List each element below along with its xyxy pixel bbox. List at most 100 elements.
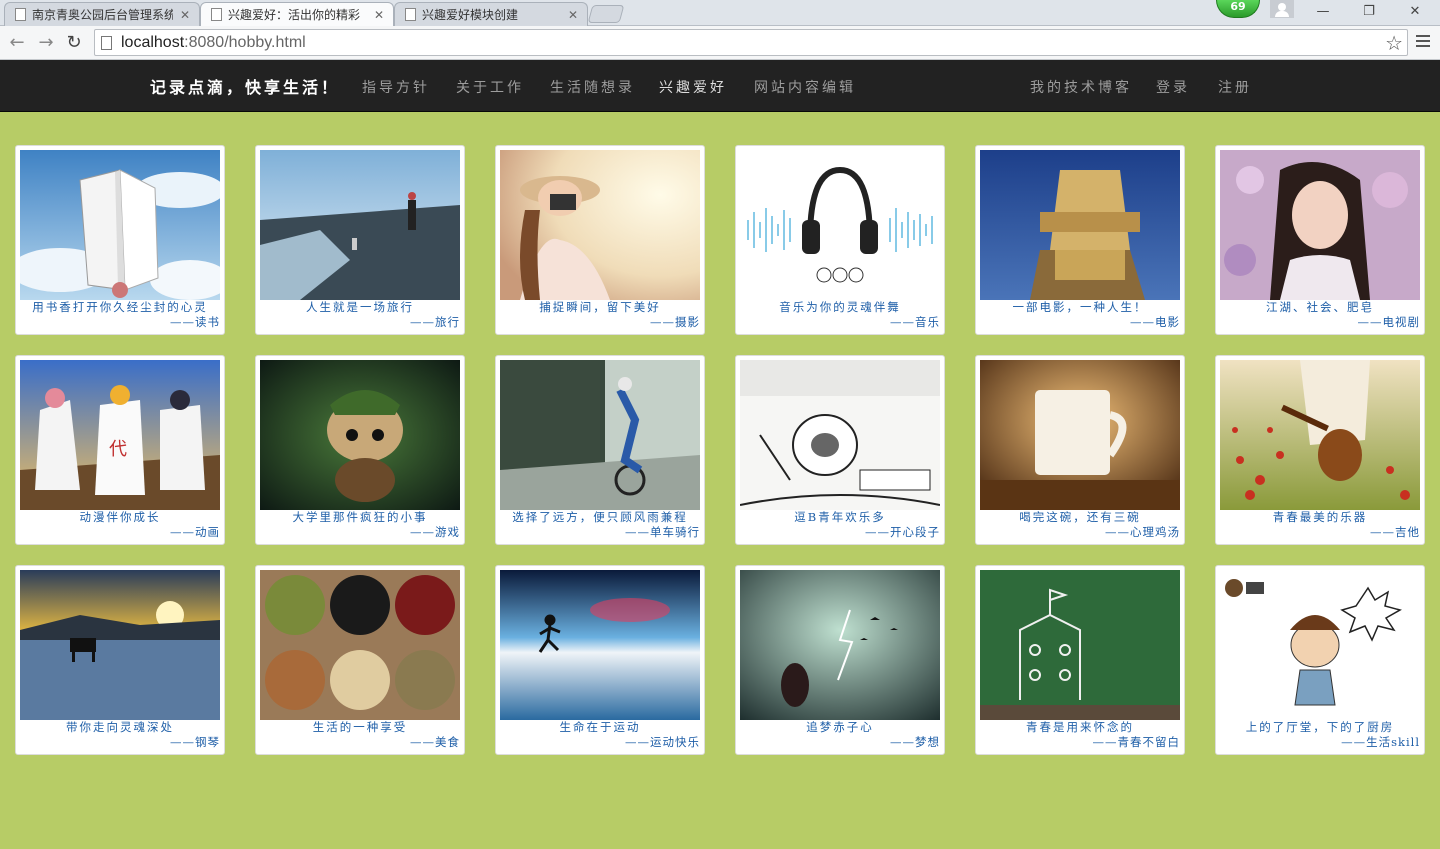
hobby-card[interactable]: 逗B青年欢乐多 ——开心段子 [735,355,945,545]
hobby-caption: 捕捉瞬间，留下美好 [539,300,661,314]
hobby-category: ——开心段子 [865,525,940,539]
site-brand[interactable]: 记录点滴，快享生活！ [150,74,340,98]
hobby-caption: 一部电影，一种人生！ [1012,300,1148,314]
tab-title: 兴趣爱好：活出你的精彩 [228,8,361,22]
hobby-card[interactable]: 带你走向灵魂深处 ——钢琴 [15,565,225,755]
url-text[interactable]: localhost:8080/hobby.html [121,34,306,52]
hobby-category: ——读书 [170,315,220,329]
hobby-card[interactable]: 生活的一种享受 ——美食 [255,565,465,755]
hobby-card[interactable]: 江湖、社会、肥皂 ——电视剧 [1215,145,1425,335]
hobby-card[interactable]: 上的了厅堂，下的了厨房 ——生活skill [1215,565,1425,755]
forward-arrow-icon[interactable]: → [34,31,58,55]
svg-text:代: 代 [109,439,127,460]
close-icon[interactable]: ✕ [373,8,385,22]
browser-tab-3[interactable]: 兴趣爱好模块创建 ✕ [394,2,588,26]
document-icon [405,8,416,21]
hobby-image-game [260,360,460,510]
hobby-card[interactable]: 选择了远方，便只顾风雨兼程 ——单车骑行 [495,355,705,545]
address-bar[interactable]: localhost:8080/hobby.html ☆ [94,29,1408,56]
hobby-category: ——动画 [170,525,220,539]
new-tab-button[interactable] [587,5,625,23]
hobby-image-photography [500,150,700,300]
hobby-category: ——梦想 [890,735,940,749]
hobby-image-dream [740,570,940,720]
hobby-category: ——单车骑行 [625,525,700,539]
site-navbar: 记录点滴，快享生活！ 指导方针 关于工作 生活随想录 兴趣爱好 网站内容编辑 我… [0,60,1440,112]
hobby-card[interactable]: 喝完这碗，还有三碗 ——心理鸡汤 [975,355,1185,545]
hobby-card[interactable]: 青春是用来怀念的 ——青春不留白 [975,565,1185,755]
hobby-image-piano [20,570,220,720]
hobby-category: ——吉他 [1370,525,1420,539]
hobby-caption: 喝完这碗，还有三碗 [1019,510,1141,524]
hobby-image-guitar [1220,360,1420,510]
nav-item-content-edit[interactable]: 网站内容编辑 [754,77,856,97]
back-arrow-icon[interactable]: ← [5,31,29,55]
hobby-caption: 用书香打开你久经尘封的心灵 [32,300,208,314]
hobby-caption: 大学里那件疯狂的小事 [292,510,428,524]
hobby-card[interactable]: 追梦赤子心 ——梦想 [735,565,945,755]
hobby-caption: 生活的一种享受 [312,720,408,734]
hobby-card[interactable]: 一部电影，一种人生！ ——电影 [975,145,1185,335]
hobby-card[interactable]: 青春最美的乐器 ——吉他 [1215,355,1425,545]
hobby-category: ——青春不留白 [1092,735,1180,749]
user-profile-icon[interactable] [1270,0,1294,18]
hobby-card[interactable]: 音乐为你的灵魂伴舞 ——音乐 [735,145,945,335]
hobby-caption: 逗B青年欢乐多 [794,510,886,524]
window-close-icon[interactable]: ✕ [1400,2,1430,22]
hobby-image-food [260,570,460,720]
hobby-image-anime: 代 [20,360,220,510]
hobby-caption: 带你走向灵魂深处 [66,720,174,734]
hobby-image-meme [740,360,940,510]
hobby-caption: 动漫伴你成长 [79,510,161,524]
hobby-category: ——摄影 [650,315,700,329]
bookmark-star-icon[interactable]: ☆ [1385,31,1403,55]
hobby-card[interactable]: 人生就是一场旅行 ——旅行 [255,145,465,335]
document-icon [15,8,26,21]
browser-menu-icon[interactable] [1416,35,1430,49]
close-icon[interactable]: ✕ [567,8,579,22]
hobby-image-life-skill [1220,570,1420,720]
hobby-caption: 生命在于运动 [559,720,641,734]
hobby-caption: 江湖、社会、肥皂 [1266,300,1374,314]
document-icon [211,8,222,21]
notification-badge[interactable]: 69 [1216,0,1260,18]
nav-item-about-work[interactable]: 关于工作 [456,77,524,97]
restore-icon[interactable]: ❐ [1354,2,1384,22]
nav-item-life-notes[interactable]: 生活随想录 [550,77,635,97]
hobby-card[interactable]: 生命在于运动 ——运动快乐 [495,565,705,755]
reload-icon[interactable]: ↻ [62,31,86,55]
hobby-category: ——钢琴 [170,735,220,749]
hobby-card[interactable]: 用书香打开你久经尘封的心灵 ——读书 [15,145,225,335]
browser-tab-2[interactable]: 兴趣爱好：活出你的精彩 ✕ [200,2,394,26]
hobby-caption: 青春是用来怀念的 [1026,720,1134,734]
hobby-card[interactable]: 代 动漫伴你成长 ——动画 [15,355,225,545]
hobby-category: ——游戏 [410,525,460,539]
hobby-image-movie [980,150,1180,300]
hobby-image-coffee [980,360,1180,510]
nav-item-login[interactable]: 登录 [1156,77,1190,97]
nav-item-tech-blog[interactable]: 我的技术博客 [1030,77,1132,97]
nav-item-register[interactable]: 注册 [1218,77,1252,97]
browser-tabbar: 南京青奥公园后台管理系统 ✕ 兴趣爱好：活出你的精彩 ✕ 兴趣爱好模块创建 ✕ … [0,0,1440,26]
hobby-category: ——电影 [1130,315,1180,329]
hobby-category: ——心理鸡汤 [1105,525,1180,539]
tab-title: 兴趣爱好模块创建 [422,8,519,22]
hobby-card[interactable]: 捕捉瞬间，留下美好 ——摄影 [495,145,705,335]
hobby-caption: 音乐为你的灵魂伴舞 [779,300,901,314]
hobby-image-sports [500,570,700,720]
hobby-image-travel [260,150,460,300]
close-icon[interactable]: ✕ [179,8,191,22]
hobby-caption: 追梦赤子心 [806,720,874,734]
browser-tab-1[interactable]: 南京青奥公园后台管理系统 ✕ [4,2,200,26]
nav-item-hobbies[interactable]: 兴趣爱好 [659,77,727,97]
minimize-icon[interactable]: — [1308,2,1338,22]
hobby-card[interactable]: 大学里那件疯狂的小事 ——游戏 [255,355,465,545]
hobby-caption: 选择了远方，便只顾风雨兼程 [512,510,688,524]
hobby-category: ——电视剧 [1357,315,1420,329]
url-host: localhost [121,34,185,51]
hobby-category: ——运动快乐 [625,735,700,749]
hobby-image-tv-drama [1220,150,1420,300]
nav-item-guidelines[interactable]: 指导方针 [362,77,430,97]
hobby-category: ——音乐 [890,315,940,329]
browser-toolbar: ← → ↻ localhost:8080/hobby.html ☆ [0,26,1440,60]
